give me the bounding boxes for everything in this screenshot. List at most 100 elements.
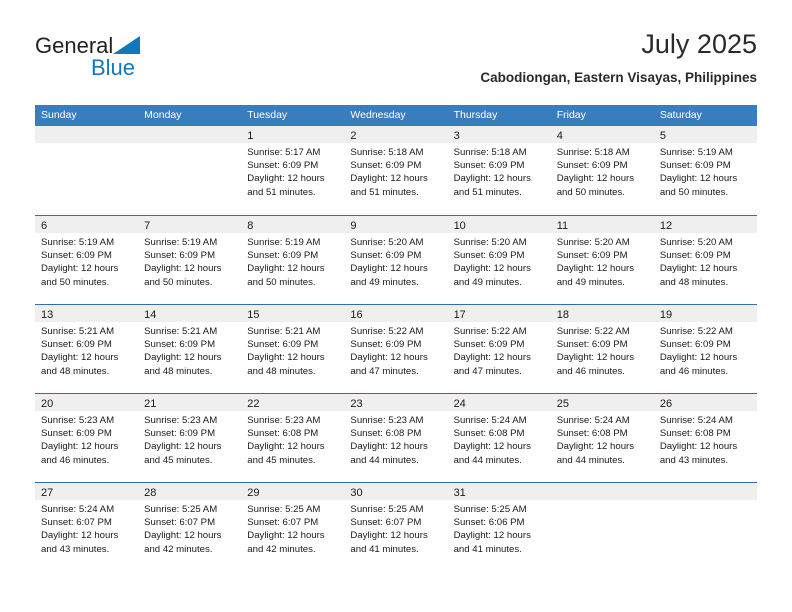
day-number-band: 3 [447, 126, 551, 143]
day-number: 6 [41, 220, 48, 232]
day-number-band: 9 [344, 216, 448, 233]
calendar-day-cell[interactable]: 11 Sunrise: 5:20 AM Sunset: 6:09 PM Dayligh… [550, 216, 654, 304]
day-number: 10 [453, 220, 466, 232]
calendar-day-cell[interactable]: 5 Sunrise: 5:19 AM Sunset: 6:09 PM Daylight… [653, 126, 757, 215]
calendar-day-cell[interactable]: 10 Sunrise: 5:20 AM Sunset: 6:09 PM Dayligh… [447, 216, 551, 304]
calendar-day-cell[interactable]: 17 Sunrise: 5:22 AM Sunset: 6:09 PM Dayligh… [447, 305, 551, 393]
day-number-band: 15 [241, 305, 345, 322]
day-number: 8 [247, 220, 254, 232]
day-details: Sunrise: 5:25 AM Sunset: 6:06 PM Daylight:… [448, 500, 551, 556]
daylight-text: Daylight: 12 hours and 42 minutes. [247, 530, 325, 555]
day-number: 30 [350, 487, 363, 499]
calendar-day-cell[interactable]: 12 Sunrise: 5:20 AM Sunset: 6:09 PM Dayligh… [653, 216, 757, 304]
day-number-band: 31 [447, 483, 551, 500]
sunrise-text: Sunrise: 5:19 AM [41, 237, 115, 248]
sunrise-text: Sunrise: 5:25 AM [350, 504, 424, 515]
daylight-text: Daylight: 12 hours and 48 minutes. [144, 352, 222, 377]
calendar-day-cell[interactable]: 13 Sunrise: 5:21 AM Sunset: 6:09 PM Dayligh… [35, 305, 139, 393]
calendar-day-cell[interactable]: 4 Sunrise: 5:18 AM Sunset: 6:09 PM Daylight… [550, 126, 654, 215]
day-number: 19 [659, 309, 673, 321]
day-number-band: 30 [344, 483, 448, 500]
day-details: Sunrise: 5:22 AM Sunset: 6:09 PM Daylight:… [344, 322, 447, 378]
daylight-text: Daylight: 12 hours and 43 minutes. [659, 441, 738, 466]
calendar-day-cell[interactable]: 25 Sunrise: 5:24 AM Sunset: 6:08 PM Dayligh… [550, 394, 654, 482]
calendar-day-cell[interactable]: 18 Sunrise: 5:22 AM Sunset: 6:09 PM Dayligh… [550, 305, 654, 393]
calendar-day-cell[interactable]: 1 Sunrise: 5:17 AM Sunset: 6:09 PM Daylight… [241, 126, 345, 215]
brand-logo[interactable]: General Blue [35, 34, 235, 90]
day-details: Sunrise: 5:19 AM Sunset: 6:09 PM Daylight:… [654, 143, 757, 199]
sunset-text: Sunset: 6:07 PM [144, 517, 216, 529]
day-number: 1 [247, 130, 254, 142]
day-number: 26 [659, 398, 673, 410]
calendar-day-cell[interactable]: 26 Sunrise: 5:24 AM Sunset: 6:08 PM Dayligh… [653, 394, 757, 482]
sunset-text: Sunset: 6:08 PM [453, 428, 525, 440]
day-details: Sunrise: 5:22 AM Sunset: 6:09 PM Daylight:… [448, 322, 551, 378]
calendar-day-cell[interactable]: 20 Sunrise: 5:23 AM Sunset: 6:09 PM Dayligh… [35, 394, 139, 482]
daylight-text: Daylight: 12 hours and 44 minutes. [350, 441, 428, 466]
day-number-band: 13 [35, 305, 139, 322]
sunrise-text: Sunrise: 5:19 AM [659, 147, 733, 158]
calendar-day-cell[interactable]: 22 Sunrise: 5:23 AM Sunset: 6:08 PM Dayligh… [241, 394, 345, 482]
day-number: 4 [556, 130, 563, 142]
day-number-band: 7 [138, 216, 242, 233]
day-details: Sunrise: 5:18 AM Sunset: 6:09 PM Daylight:… [344, 143, 447, 199]
calendar-day-cell[interactable]: 30 Sunrise: 5:25 AM Sunset: 6:07 PM Dayligh… [344, 483, 448, 571]
sunset-text: Sunset: 6:06 PM [453, 517, 525, 529]
calendar-day-cell[interactable]: 9 Sunrise: 5:20 AM Sunset: 6:09 PM Daylight… [344, 216, 448, 304]
day-number: 18 [556, 309, 569, 321]
sunset-text: Sunset: 6:09 PM [144, 339, 216, 351]
calendar-day-cell[interactable]: 19 Sunrise: 5:22 AM Sunset: 6:09 PM Dayligh… [653, 305, 757, 393]
sunset-text: Sunset: 6:09 PM [144, 428, 216, 440]
sunset-text: Sunset: 6:07 PM [350, 517, 422, 529]
daylight-text: Daylight: 12 hours and 50 minutes. [659, 173, 738, 198]
sunrise-text: Sunrise: 5:20 AM [350, 237, 424, 248]
calendar-day-cell[interactable]: 23 Sunrise: 5:23 AM Sunset: 6:08 PM Dayligh… [344, 394, 448, 482]
daylight-text: Daylight: 12 hours and 49 minutes. [350, 263, 428, 288]
day-details: Sunrise: 5:21 AM Sunset: 6:09 PM Daylight:… [241, 322, 344, 378]
sunset-text: Sunset: 6:08 PM [350, 428, 422, 440]
calendar-day-cell[interactable]: 24 Sunrise: 5:24 AM Sunset: 6:08 PM Dayligh… [447, 394, 551, 482]
day-number-band: 20 [35, 394, 139, 411]
daylight-text: Daylight: 12 hours and 42 minutes. [144, 530, 222, 555]
day-details: Sunrise: 5:21 AM Sunset: 6:09 PM Daylight:… [138, 322, 241, 378]
day-number: 27 [41, 487, 54, 499]
day-number-band [35, 126, 139, 143]
calendar-day-cell[interactable]: 31 Sunrise: 5:25 AM Sunset: 6:06 PM Dayligh… [447, 483, 551, 571]
sunrise-text: Sunrise: 5:21 AM [144, 326, 218, 337]
daylight-text: Daylight: 12 hours and 50 minutes. [144, 263, 222, 288]
sunrise-text: Sunrise: 5:22 AM [453, 326, 527, 337]
calendar-day-cell[interactable]: 8 Sunrise: 5:19 AM Sunset: 6:09 PM Daylight… [241, 216, 345, 304]
calendar-day-cell[interactable]: 28 Sunrise: 5:25 AM Sunset: 6:07 PM Dayligh… [138, 483, 242, 571]
day-details: Sunrise: 5:23 AM Sunset: 6:08 PM Daylight:… [241, 411, 344, 467]
calendar-day-cell[interactable]: 29 Sunrise: 5:25 AM Sunset: 6:07 PM Dayligh… [241, 483, 345, 571]
sunset-text: Sunset: 6:09 PM [453, 250, 525, 262]
daylight-text: Daylight: 12 hours and 44 minutes. [453, 441, 531, 466]
calendar-day-cell[interactable]: 6 Sunrise: 5:19 AM Sunset: 6:09 PM Daylight… [35, 216, 139, 304]
day-number: 16 [350, 309, 363, 321]
day-number: 25 [556, 398, 569, 410]
sunset-text: Sunset: 6:08 PM [247, 428, 319, 440]
day-details: Sunrise: 5:17 AM Sunset: 6:09 PM Daylight:… [241, 143, 344, 199]
sunrise-text: Sunrise: 5:18 AM [556, 147, 630, 158]
calendar-day-cell[interactable]: 3 Sunrise: 5:18 AM Sunset: 6:09 PM Daylight… [447, 126, 551, 215]
calendar-day-cell-empty [35, 126, 139, 215]
daylight-text: Daylight: 12 hours and 50 minutes. [247, 263, 325, 288]
calendar-day-cell[interactable]: 14 Sunrise: 5:21 AM Sunset: 6:09 PM Dayligh… [138, 305, 242, 393]
daylight-text: Daylight: 12 hours and 41 minutes. [453, 530, 531, 555]
calendar-day-cell[interactable]: 21 Sunrise: 5:23 AM Sunset: 6:09 PM Dayligh… [138, 394, 242, 482]
day-number-band [653, 483, 757, 500]
sunset-text: Sunset: 6:09 PM [247, 160, 319, 172]
sunrise-text: Sunrise: 5:22 AM [556, 326, 630, 337]
day-number: 2 [350, 130, 357, 142]
calendar-day-cell[interactable]: 2 Sunrise: 5:18 AM Sunset: 6:09 PM Daylight… [344, 126, 448, 215]
calendar-day-cell[interactable]: 27 Sunrise: 5:24 AM Sunset: 6:07 PM Dayligh… [35, 483, 139, 571]
calendar-day-cell[interactable]: 15 Sunrise: 5:21 AM Sunset: 6:09 PM Dayligh… [241, 305, 345, 393]
calendar-day-cell[interactable]: 7 Sunrise: 5:19 AM Sunset: 6:09 PM Daylight… [138, 216, 242, 304]
daylight-text: Daylight: 12 hours and 49 minutes. [556, 263, 635, 288]
title-block: July 2025 Cabodiongan, Eastern Visayas, … [480, 28, 757, 87]
day-details: Sunrise: 5:20 AM Sunset: 6:09 PM Daylight:… [448, 233, 551, 289]
sunset-text: Sunset: 6:09 PM [144, 250, 216, 262]
daylight-text: Daylight: 12 hours and 47 minutes. [350, 352, 428, 377]
day-number-band: 6 [35, 216, 139, 233]
calendar-day-cell[interactable]: 16 Sunrise: 5:22 AM Sunset: 6:09 PM Dayligh… [344, 305, 448, 393]
